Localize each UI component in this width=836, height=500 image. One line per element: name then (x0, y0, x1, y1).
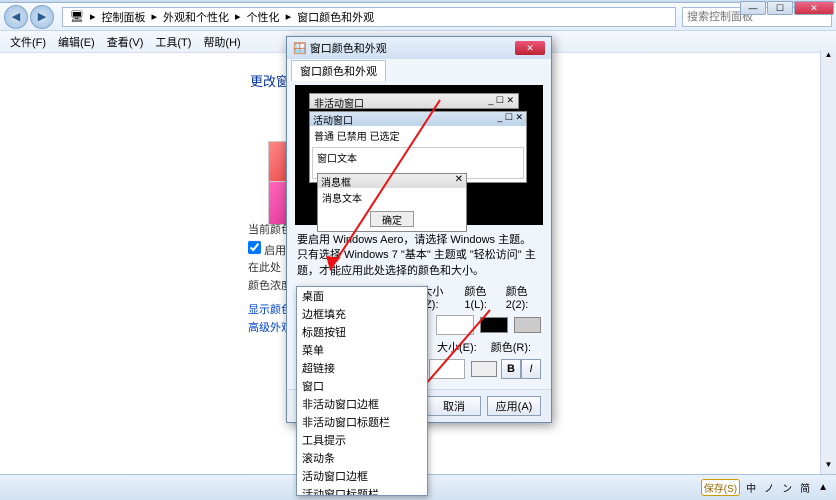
forward-button[interactable]: ▶ (30, 5, 54, 29)
fcolor-label: 颜色(R): (491, 339, 531, 355)
dialog-title-bar[interactable]: 🪟 窗口颜色和外观 ✕ (287, 37, 551, 59)
font-size-input[interactable] (429, 359, 466, 379)
dialog-title: 窗口颜色和外观 (310, 40, 387, 56)
dropdown-option[interactable]: 非活动窗口边框 (297, 395, 427, 413)
minimize-button[interactable]: — (740, 1, 766, 15)
note-text: 在此处 (248, 259, 281, 275)
tab-appearance[interactable]: 窗口颜色和外观 (291, 60, 386, 81)
preview-inactive-window: 非活动窗口 _ ☐ ✕ (309, 93, 519, 109)
dialog-close-button[interactable]: ✕ (515, 41, 545, 55)
close-button[interactable]: ✕ (794, 1, 834, 15)
italic-button[interactable]: I (521, 359, 541, 379)
preview-ok-button: 确定 (370, 211, 414, 227)
menu-file[interactable]: 文件(F) (4, 32, 52, 52)
breadcrumb-root-icon: 🖥 (67, 10, 87, 23)
menu-view[interactable]: 查看(V) (101, 32, 150, 52)
window-controls: — ☐ ✕ (740, 1, 834, 15)
breadcrumb-item[interactable]: 外观和个性化 (160, 9, 232, 25)
dialog-icon: 🪟 (293, 42, 307, 55)
dropdown-option[interactable]: 桌面 (297, 287, 427, 305)
scroll-up-icon[interactable]: ▲ (821, 50, 836, 64)
menu-tools[interactable]: 工具(T) (149, 32, 197, 52)
tab-strip: 窗口颜色和外观 (287, 59, 551, 81)
size-input[interactable] (436, 315, 475, 335)
font-color-picker[interactable] (471, 361, 497, 377)
dropdown-option[interactable]: 滚动条 (297, 449, 427, 467)
dropdown-option[interactable]: 活动窗口边框 (297, 467, 427, 485)
scroll-down-icon[interactable]: ▼ (821, 460, 836, 474)
ime-icon[interactable]: 简 (798, 480, 812, 495)
color2-picker[interactable] (514, 317, 541, 333)
tray-arrow-icon[interactable]: ▲ (816, 482, 830, 493)
dropdown-option[interactable]: 菜单 (297, 341, 427, 359)
apply-button[interactable]: 应用(A) (487, 396, 541, 416)
breadcrumb[interactable]: 🖥 ▸ 控制面板 ▸ 外观和个性化 ▸ 个性化 ▸ 窗口颜色和外观 (62, 7, 676, 27)
dropdown-option[interactable]: 活动窗口标题栏 (297, 485, 427, 496)
preview-message-box: 消息框✕ 消息文本 确定 (317, 173, 467, 232)
color1-picker[interactable] (480, 317, 507, 333)
cancel-button[interactable]: 取消 (427, 396, 481, 416)
dropdown-option[interactable]: 窗口 (297, 377, 427, 395)
dropdown-option[interactable]: 标题按钮 (297, 323, 427, 341)
ime-icon[interactable]: ノ (762, 480, 776, 495)
aero-note: 要启用 Windows Aero，请选择 Windows 主题。只有选择 Win… (287, 229, 551, 283)
dropdown-option[interactable]: 超链接 (297, 359, 427, 377)
color1-label: 颜色 1(L): (464, 283, 499, 311)
color2-label: 颜色 2(2): (506, 283, 541, 311)
ime-icon[interactable]: 中 (744, 480, 758, 495)
save-button[interactable]: 保存(S) (701, 479, 740, 496)
menu-edit[interactable]: 编辑(E) (52, 32, 101, 52)
fsize-label: 大小(E): (437, 339, 477, 355)
breadcrumb-item[interactable]: 个性化 (244, 9, 283, 25)
system-tray: 保存(S) 中 ノ ン 简 ▲ (701, 479, 830, 496)
transparency-checkbox[interactable] (248, 241, 261, 254)
back-button[interactable]: ◀ (4, 5, 28, 29)
ime-icon[interactable]: ン (780, 480, 794, 495)
scrollbar[interactable]: ▲ ▼ (820, 50, 836, 474)
breadcrumb-item[interactable]: 控制面板 (99, 9, 149, 25)
dropdown-option[interactable]: 非活动窗口标题栏 (297, 413, 427, 431)
dropdown-option[interactable]: 边框填充 (297, 305, 427, 323)
preview-pane: 非活动窗口 _ ☐ ✕ 活动窗口_ ☐ ✕ 普通 已禁用 已选定 窗口文本 消息… (295, 85, 543, 225)
menu-help[interactable]: 帮助(H) (197, 32, 246, 52)
nav-toolbar: ◀ ▶ 🖥 ▸ 控制面板 ▸ 外观和个性化 ▸ 个性化 ▸ 窗口颜色和外观 (0, 3, 836, 31)
bold-button[interactable]: B (501, 359, 521, 379)
item-dropdown-list[interactable]: 桌面边框填充标题按钮菜单超链接窗口非活动窗口边框非活动窗口标题栏工具提示滚动条活… (296, 286, 428, 496)
maximize-button[interactable]: ☐ (767, 1, 793, 15)
breadcrumb-item[interactable]: 窗口颜色和外观 (294, 9, 377, 25)
dropdown-option[interactable]: 工具提示 (297, 431, 427, 449)
